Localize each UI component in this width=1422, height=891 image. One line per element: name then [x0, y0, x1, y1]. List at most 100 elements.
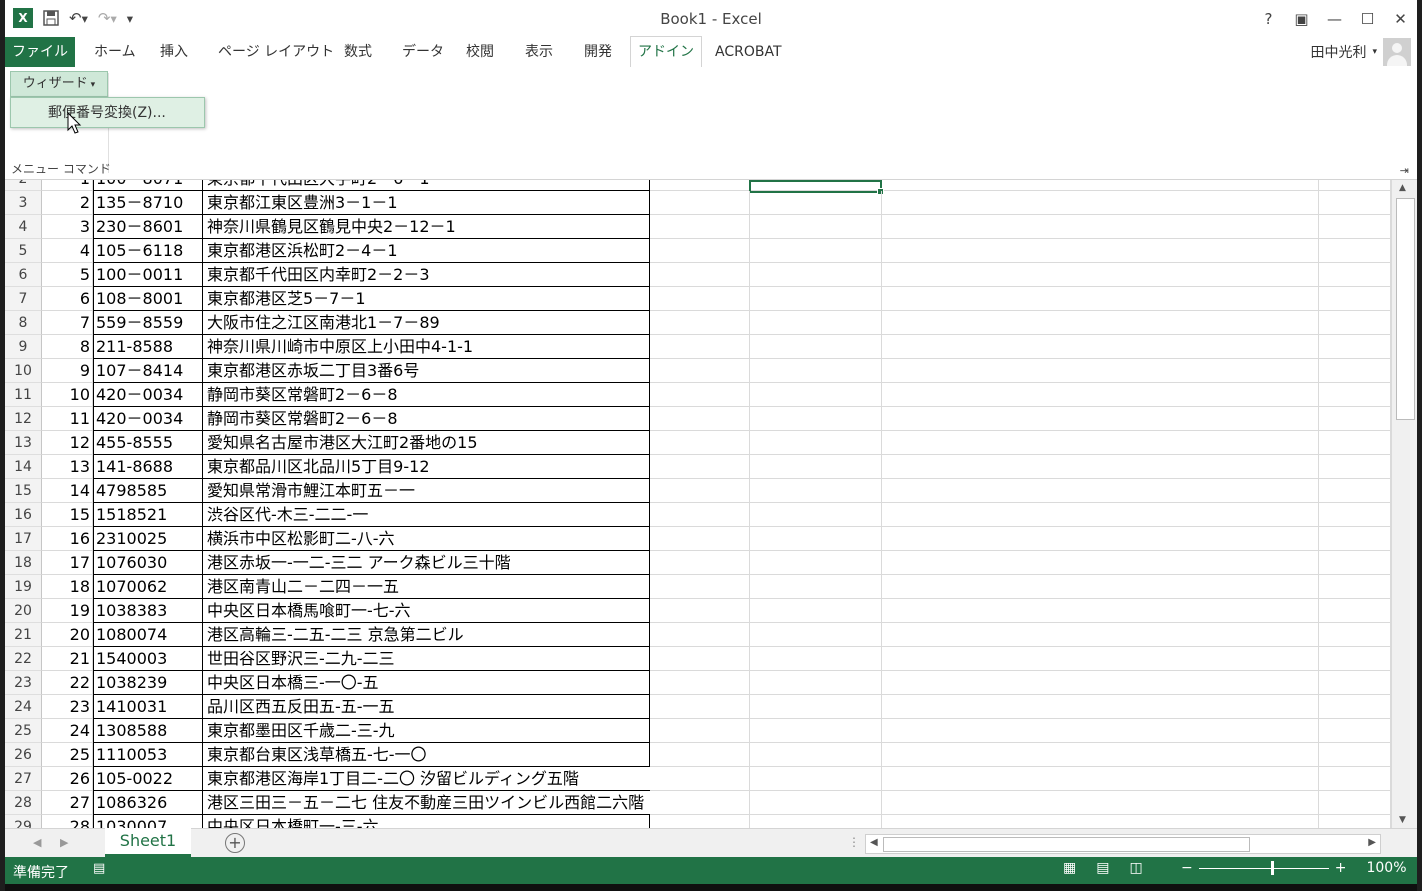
cell-empty[interactable] [1319, 359, 1391, 383]
cell-address[interactable]: 大阪市住之江区南港北1－7－89 [203, 311, 650, 335]
cell-postal-code[interactable]: 135－8710 [93, 191, 203, 215]
row-header[interactable]: 14 [5, 455, 42, 479]
cell-postal-code[interactable]: 1540003 [93, 647, 203, 671]
page-break-view-icon[interactable]: ◫ [1129, 860, 1142, 876]
cell-empty[interactable] [882, 503, 1319, 527]
tab-insert[interactable]: 挿入 [160, 37, 188, 67]
cell-index[interactable]: 13 [42, 455, 93, 479]
row-header[interactable]: 19 [5, 575, 42, 599]
row-header[interactable]: 3 [5, 191, 42, 215]
sheet-prev-icon[interactable]: ◀ [33, 836, 41, 849]
row-header[interactable]: 20 [5, 599, 42, 623]
row-header[interactable]: 18 [5, 551, 42, 575]
cell-empty[interactable] [882, 239, 1319, 263]
zoom-slider-knob[interactable] [1270, 860, 1274, 875]
cell-empty[interactable] [650, 431, 750, 455]
cell-index[interactable]: 12 [42, 431, 93, 455]
cell-empty[interactable] [1319, 335, 1391, 359]
cell-empty[interactable] [1319, 671, 1391, 695]
menu-item-postal-code-conversion[interactable]: 郵便番号変換(Z)... [10, 97, 205, 128]
cell-address[interactable]: 愛知県名古屋市港区大江町2番地の15 [203, 431, 650, 455]
cell-address[interactable]: 中央区日本橋三-一〇-五 [203, 671, 650, 695]
cell-address[interactable]: 神奈川県鶴見区鶴見中央2－12－1 [203, 215, 650, 239]
cell-empty[interactable] [882, 479, 1319, 503]
cell-index[interactable]: 18 [42, 575, 93, 599]
tab-addins[interactable]: アドイン [630, 36, 702, 69]
horizontal-scroll-thumb[interactable] [883, 837, 1250, 852]
row-header[interactable]: 10 [5, 359, 42, 383]
cell-empty[interactable] [750, 311, 882, 335]
cell-empty[interactable] [750, 575, 882, 599]
cell-index[interactable]: 1 [42, 180, 93, 191]
cell-address[interactable]: 静岡市葵区常磐町2－6－8 [203, 383, 650, 407]
normal-view-icon[interactable]: ▦ [1063, 860, 1076, 876]
row-header[interactable]: 9 [5, 335, 42, 359]
tab-acrobat[interactable]: ACROBAT [715, 37, 782, 67]
cell-index[interactable]: 4 [42, 239, 93, 263]
cell-empty[interactable] [882, 647, 1319, 671]
cell-empty[interactable] [650, 719, 750, 743]
cell-empty[interactable] [750, 551, 882, 575]
tab-formulas[interactable]: 数式 [344, 37, 372, 67]
cell-empty[interactable] [650, 695, 750, 719]
cell-empty[interactable] [882, 551, 1319, 575]
cell-postal-code[interactable]: 100－8071 [93, 180, 203, 191]
cell-empty[interactable] [650, 503, 750, 527]
tab-developer[interactable]: 開発 [584, 37, 612, 67]
row-header[interactable]: 29 [5, 815, 42, 828]
zoom-out-icon[interactable]: − [1181, 860, 1193, 876]
cell-postal-code[interactable]: 1070062 [93, 575, 203, 599]
cell-address[interactable]: 東京都江東区豊洲3－1－1 [203, 191, 650, 215]
cell-address[interactable]: 東京都港区赤坂二丁目3番6号 [203, 359, 650, 383]
cell-address[interactable]: 静岡市葵区常磐町2－6－8 [203, 407, 650, 431]
cell-address[interactable]: 港区三田三－五－二七 住友不動産三田ツインビル西館二六階 [203, 791, 650, 815]
cell-empty[interactable] [882, 719, 1319, 743]
cell-index[interactable]: 11 [42, 407, 93, 431]
cell-index[interactable]: 25 [42, 743, 93, 767]
cell-empty[interactable] [1319, 791, 1391, 815]
cell-index[interactable]: 8 [42, 335, 93, 359]
cell-index[interactable]: 14 [42, 479, 93, 503]
cell-address[interactable]: 世田谷区野沢三-二九-二三 [203, 647, 650, 671]
row-header[interactable]: 5 [5, 239, 42, 263]
cell-address[interactable]: 神奈川県川崎市中原区上小田中4-1-1 [203, 335, 650, 359]
worksheet-grid[interactable]: 21100－8071東京都千代田区大手町2－6－132135－8710東京都江東… [5, 180, 1391, 828]
cell-empty[interactable] [1319, 743, 1391, 767]
cell-empty[interactable] [882, 815, 1319, 828]
cell-empty[interactable] [1319, 527, 1391, 551]
cell-index[interactable]: 3 [42, 215, 93, 239]
cell-address[interactable]: 東京都千代田区大手町2－6－1 [203, 180, 650, 191]
cell-empty[interactable] [650, 359, 750, 383]
row-header[interactable]: 6 [5, 263, 42, 287]
cell-postal-code[interactable]: 1308588 [93, 719, 203, 743]
cell-address[interactable]: 中央区日本橋馬喰町一-七-六 [203, 599, 650, 623]
cell-empty[interactable] [650, 215, 750, 239]
row-header[interactable]: 25 [5, 719, 42, 743]
cell-empty[interactable] [1319, 695, 1391, 719]
row-header[interactable]: 4 [5, 215, 42, 239]
cell-empty[interactable] [1319, 647, 1391, 671]
tab-view[interactable]: 表示 [525, 37, 553, 67]
cell-empty[interactable] [650, 287, 750, 311]
cell-empty[interactable] [750, 263, 882, 287]
cell-index[interactable]: 27 [42, 791, 93, 815]
add-sheet-icon[interactable]: + [225, 833, 245, 853]
vertical-scrollbar[interactable]: ▲ ▼ [1391, 180, 1417, 828]
cell-empty[interactable] [750, 623, 882, 647]
cell-empty[interactable] [1319, 599, 1391, 623]
row-header[interactable]: 11 [5, 383, 42, 407]
row-header[interactable]: 16 [5, 503, 42, 527]
row-header[interactable]: 27 [5, 767, 42, 791]
wizard-menu-button[interactable]: ウィザード ▾ [10, 71, 108, 97]
cell-empty[interactable] [750, 479, 882, 503]
cell-index[interactable]: 6 [42, 287, 93, 311]
row-header[interactable]: 17 [5, 527, 42, 551]
row-header[interactable]: 15 [5, 479, 42, 503]
cell-address[interactable]: 東京都千代田区内幸町2－2－3 [203, 263, 650, 287]
cell-empty[interactable] [650, 647, 750, 671]
cell-empty[interactable] [1319, 575, 1391, 599]
cell-empty[interactable] [1319, 719, 1391, 743]
cell-postal-code[interactable]: 105－6118 [93, 239, 203, 263]
cell-empty[interactable] [882, 431, 1319, 455]
cell-empty[interactable] [650, 815, 750, 828]
